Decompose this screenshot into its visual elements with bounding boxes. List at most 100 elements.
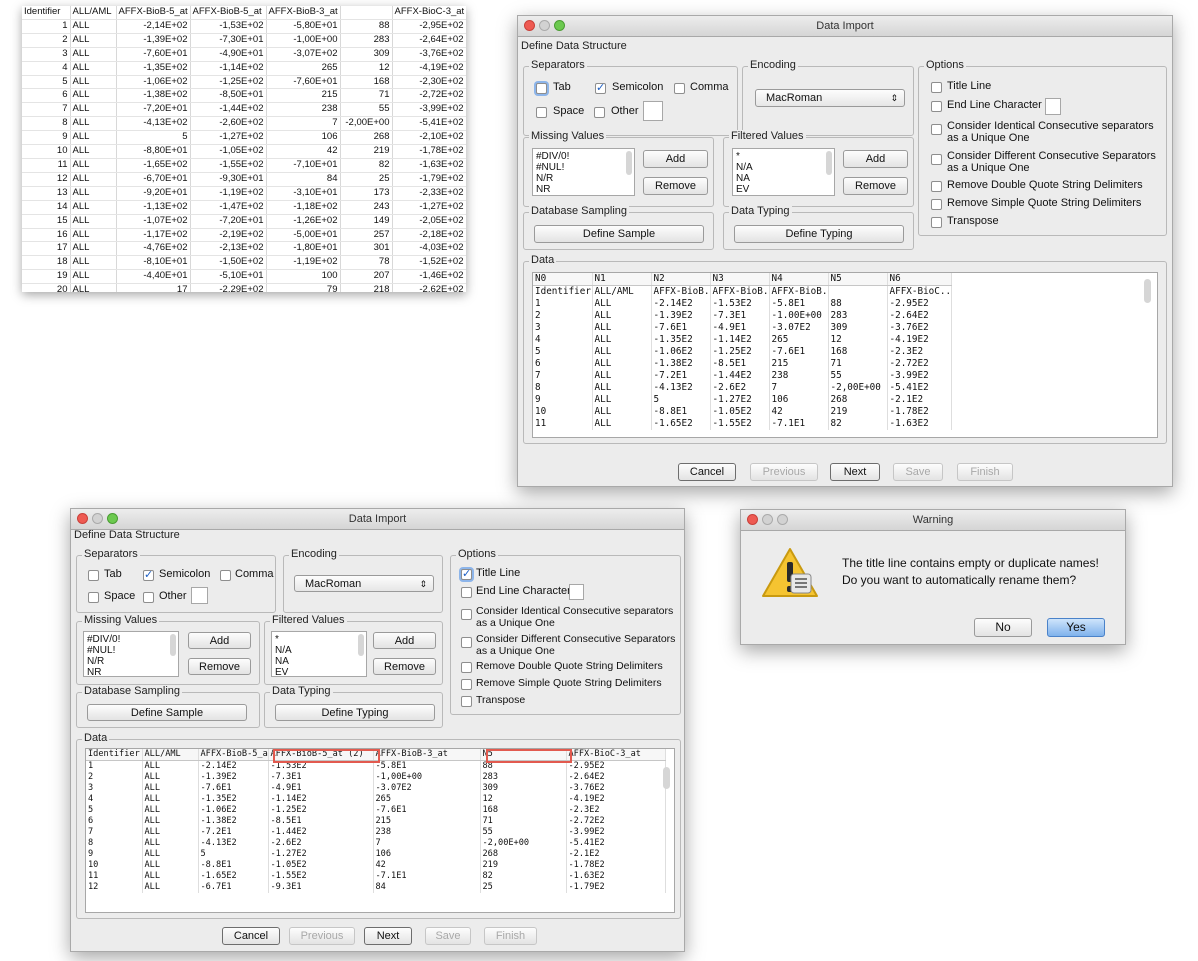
table-cell[interactable]: 14 <box>22 200 71 215</box>
table-cell[interactable]: ALL <box>70 75 117 90</box>
column-header[interactable]: ALL/AML <box>70 6 117 20</box>
table-cell[interactable]: -8,50E+01 <box>190 88 267 104</box>
space-checkbox[interactable] <box>88 592 99 603</box>
table-cell[interactable]: -2,10E+02 <box>392 130 466 146</box>
close-window-button[interactable] <box>524 20 535 31</box>
table-cell[interactable]: -1,53E+02 <box>190 19 267 34</box>
table-cell[interactable]: -1,27E+02 <box>190 130 267 146</box>
table-cell[interactable]: -4,19E+02 <box>392 61 466 76</box>
table-cell[interactable]: 17 <box>22 241 71 257</box>
table-cell[interactable]: ALL <box>70 33 117 48</box>
scrollbar-thumb[interactable] <box>358 634 364 656</box>
grid-column-header[interactable]: AFFX-BioB-3_at <box>373 749 481 761</box>
tab-checkbox[interactable] <box>88 570 99 581</box>
list-item[interactable]: N/A <box>736 162 831 173</box>
table-cell[interactable]: -1,46E+02 <box>392 269 466 285</box>
table-cell[interactable]: -3,76E+02 <box>392 47 466 62</box>
table-cell[interactable]: -2,95E+02 <box>392 19 466 34</box>
table-cell[interactable]: 55 <box>340 102 393 118</box>
table-cell[interactable]: -2,33E+02 <box>392 186 466 201</box>
table-cell[interactable]: -1,63E+02 <box>392 158 466 173</box>
title-line-checkbox[interactable]: ✓ <box>461 569 472 580</box>
table-cell[interactable]: 268 <box>340 130 393 146</box>
table-cell[interactable]: -1,52E+02 <box>392 255 466 271</box>
table-cell[interactable]: ALL <box>70 19 117 34</box>
table-cell[interactable]: 6 <box>22 88 71 104</box>
other-separator-input[interactable] <box>191 587 208 604</box>
table-cell[interactable]: -1,39E+02 <box>116 33 191 48</box>
next-button[interactable]: Next <box>830 463 880 481</box>
table-cell[interactable]: 257 <box>340 228 393 243</box>
table-cell[interactable]: 5 <box>22 75 71 90</box>
define-sample-button[interactable]: Define Sample <box>87 704 247 721</box>
table-cell[interactable]: 16 <box>22 228 71 243</box>
table-cell[interactable]: ALL <box>70 283 117 292</box>
table-cell[interactable]: -2,60E+02 <box>190 116 267 132</box>
list-item[interactable]: EV <box>275 667 363 676</box>
table-cell[interactable]: -1,65E+02 <box>116 158 191 173</box>
table-cell[interactable]: ALL <box>70 241 117 257</box>
filtered-values-list[interactable]: * N/A NA EV <box>732 148 835 196</box>
table-cell[interactable]: ALL <box>70 200 117 215</box>
close-window-button[interactable] <box>747 514 758 525</box>
table-cell[interactable]: ALL <box>70 130 117 146</box>
table-cell[interactable]: -5,10E+01 <box>190 269 267 285</box>
table-cell[interactable]: 215 <box>266 88 341 104</box>
table-cell[interactable]: ALL <box>70 88 117 104</box>
data-preview-grid[interactable]: N0 N1 N2 N3 N4 N5 N6 Identifier ALL/AML AFFX-BioB… <box>532 272 1158 438</box>
table-cell[interactable]: -1,19E+02 <box>266 255 341 271</box>
close-window-button[interactable] <box>77 513 88 524</box>
grid-column-header[interactable]: N4 <box>769 273 829 286</box>
save-button[interactable]: Save <box>893 463 943 481</box>
table-cell[interactable]: ALL <box>70 102 117 118</box>
scrollbar-thumb[interactable] <box>826 151 832 175</box>
list-item[interactable]: NA <box>736 173 831 184</box>
table-cell[interactable]: 9 <box>22 130 71 146</box>
table-cell[interactable]: 20 <box>22 283 71 292</box>
table-cell[interactable]: 88 <box>340 19 393 34</box>
table-cell[interactable]: ALL <box>70 214 117 229</box>
different-separators-checkbox[interactable] <box>931 154 942 165</box>
missing-add-button[interactable]: Add <box>188 632 251 649</box>
table-cell[interactable]: -1,78E+02 <box>392 144 466 159</box>
table-cell[interactable]: ALL <box>70 47 117 62</box>
table-cell[interactable]: -1,17E+02 <box>116 228 191 243</box>
table-cell[interactable]: 173 <box>340 186 393 201</box>
double-quote-checkbox[interactable] <box>461 662 472 673</box>
table-cell[interactable]: -1,79E+02 <box>392 172 466 187</box>
other-checkbox[interactable] <box>143 592 154 603</box>
cancel-button[interactable]: Cancel <box>222 927 280 945</box>
simple-quote-checkbox[interactable] <box>461 679 472 690</box>
table-cell[interactable]: 168 <box>340 75 393 90</box>
table-cell[interactable]: 243 <box>340 200 393 215</box>
grid-column-header[interactable]: N0 <box>533 273 593 286</box>
table-cell[interactable]: -1,50E+02 <box>190 255 267 271</box>
table-cell[interactable]: -9,20E+01 <box>116 186 191 201</box>
list-item[interactable]: NR <box>536 184 631 195</box>
title-bar[interactable]: Warning <box>741 510 1125 531</box>
column-header[interactable]: AFFX-BioB-3_at <box>266 6 341 20</box>
filtered-remove-button[interactable]: Remove <box>843 177 908 195</box>
grid-column-header[interactable]: ALL/AML <box>142 749 199 761</box>
table-cell[interactable]: 79 <box>266 283 341 292</box>
table-cell[interactable]: 71 <box>340 88 393 104</box>
table-cell[interactable]: -9,30E+01 <box>190 172 267 187</box>
next-button[interactable]: Next <box>364 927 412 945</box>
table-cell[interactable]: -7,20E+01 <box>190 214 267 229</box>
title-line-checkbox[interactable] <box>931 82 942 93</box>
other-checkbox[interactable] <box>594 107 605 118</box>
table-cell[interactable]: -2,29E+02 <box>190 283 267 292</box>
list-item[interactable]: EV <box>736 184 831 195</box>
comma-checkbox[interactable] <box>220 570 231 581</box>
table-cell[interactable]: 11 <box>22 158 71 173</box>
table-cell[interactable]: -3,10E+01 <box>266 186 341 201</box>
table-cell[interactable]: -2,00E+00 <box>340 116 393 132</box>
no-button[interactable]: No <box>974 618 1032 637</box>
table-cell[interactable]: ALL <box>70 116 117 132</box>
title-bar[interactable]: Data Import <box>71 509 684 530</box>
table-cell[interactable]: 13 <box>22 186 71 201</box>
semicolon-checkbox[interactable]: ✓ <box>143 570 154 581</box>
grid-column-header[interactable]: N1 <box>592 273 652 286</box>
table-cell[interactable]: -1,44E+02 <box>190 102 267 118</box>
table-cell[interactable]: 106 <box>266 130 341 146</box>
